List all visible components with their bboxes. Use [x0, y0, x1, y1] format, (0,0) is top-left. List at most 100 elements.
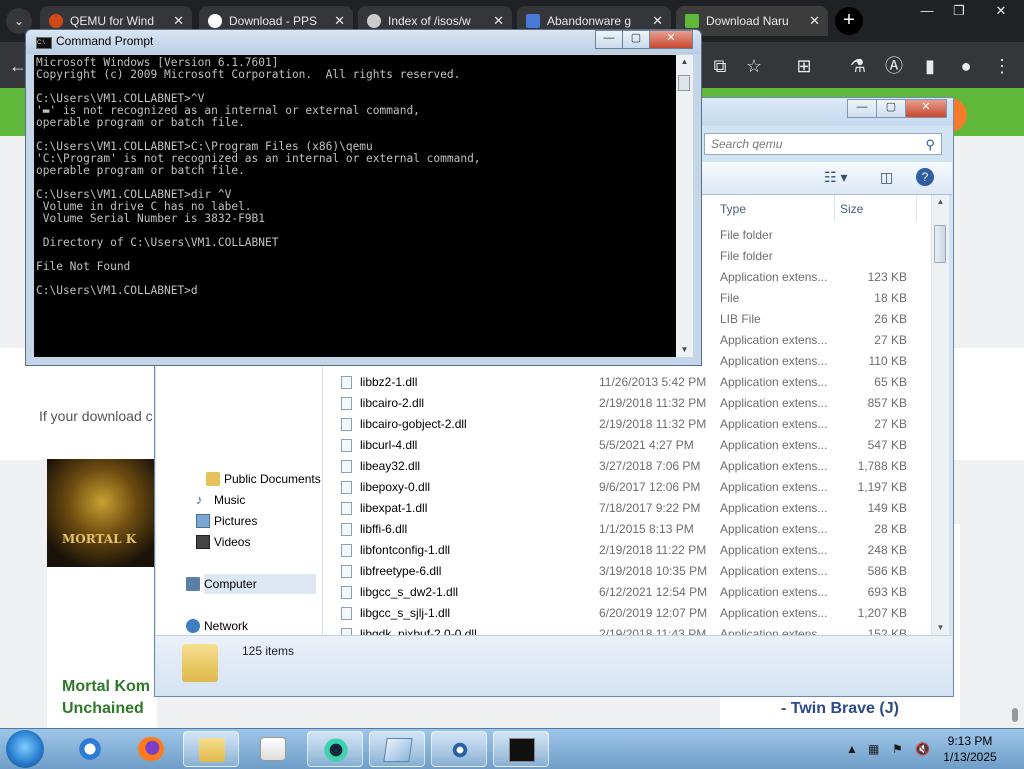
action-center-flag-icon[interactable]: ⚑: [892, 742, 903, 756]
preview-pane-icon[interactable]: ◫: [880, 169, 893, 186]
table-row[interactable]: libgcc_s_sjlj-1.dll 6/20/2019 12:07 PM App…: [323, 603, 923, 624]
restore-button[interactable]: ❐: [944, 0, 974, 22]
table-row[interactable]: libgdk_pixbuf-2.0-0.dll 2/19/2018 11:43 P…: [323, 624, 923, 635]
cover-logo-text: MORTAL K: [62, 532, 137, 546]
taskbar-media-player[interactable]: [245, 731, 301, 767]
game-title-link[interactable]: - Twin Brave (J): [781, 698, 899, 720]
nav-pictures[interactable]: Pictures: [196, 511, 257, 531]
column-divider[interactable]: [834, 195, 835, 221]
labs-icon[interactable]: ⚗: [846, 54, 870, 78]
bookmark-star-icon[interactable]: ☆: [742, 54, 766, 78]
help-icon[interactable]: ?: [916, 168, 934, 186]
scroll-down-icon[interactable]: ▼: [932, 623, 949, 632]
file-name: libgdk_pixbuf-2.0-0.dll: [360, 627, 477, 635]
table-row[interactable]: libeay32.dll 3/27/2018 7:06 PM Application…: [323, 456, 923, 477]
page-scrollbar[interactable]: [1012, 708, 1018, 722]
explorer-icon: [199, 738, 225, 762]
notepad-icon: [383, 738, 413, 762]
cmd-title-text: Command Prompt: [56, 34, 154, 48]
file-type: Application extens...: [720, 606, 828, 620]
firefox-icon: [138, 737, 164, 761]
taskbar-notepad[interactable]: [369, 731, 425, 767]
nav-computer[interactable]: Computer: [186, 574, 316, 594]
file-type: Application extens...: [720, 543, 828, 557]
scrollbar-thumb[interactable]: [678, 75, 690, 91]
game-title-link[interactable]: Mortal Kom Unchained: [62, 676, 150, 720]
extension-icon[interactable]: Ⓐ: [882, 54, 906, 78]
maximize-button[interactable]: ▢: [876, 99, 906, 118]
minimize-button[interactable]: —: [595, 30, 623, 49]
table-row[interactable]: libcurl-4.dll 5/5/2021 4:27 PM Application…: [323, 435, 923, 456]
column-header-size[interactable]: Size: [840, 199, 863, 219]
file-name: libeay32.dll: [360, 459, 421, 473]
profile-avatar-icon[interactable]: ●: [954, 54, 978, 78]
taskbar-cmd[interactable]: [493, 731, 549, 767]
nav-network[interactable]: Network: [186, 616, 248, 636]
file-type: Application extens...: [720, 585, 828, 599]
view-options-icon[interactable]: ☷ ▾: [824, 169, 847, 186]
file-type: File folder: [720, 228, 773, 242]
table-row[interactable]: libexpat-1.dll 7/18/2017 9:22 PM Applicati…: [323, 498, 923, 519]
table-row[interactable]: libffi-6.dll 1/1/2015 8:13 PM Application …: [323, 519, 923, 540]
cmd-console[interactable]: Microsoft Windows [Version 6.1.7601] Cop…: [34, 55, 676, 357]
table-row[interactable]: libepoxy-0.dll 9/6/2017 12:06 PM Applicati…: [323, 477, 923, 498]
column-divider[interactable]: [916, 195, 917, 221]
clock-time: 9:13 PM: [947, 734, 993, 748]
file-type: Application extens...: [720, 417, 828, 431]
network-icon: [186, 619, 200, 633]
file-name: libgcc_s_dw2-1.dll: [360, 585, 459, 599]
nav-label: Videos: [214, 535, 251, 549]
taskbar-ppsspp[interactable]: [431, 731, 487, 767]
scroll-up-icon[interactable]: ▲: [932, 197, 949, 206]
extensions-icon[interactable]: ⊞: [792, 54, 816, 78]
cmd-scrollbar[interactable]: ▲ ▼: [676, 55, 693, 357]
item-count: 125 items: [242, 644, 295, 658]
close-button[interactable]: ✕: [649, 30, 693, 49]
menu-kebab-icon[interactable]: ⋮: [990, 54, 1014, 78]
table-row[interactable]: libcairo-gobject-2.dll 2/19/2018 11:32 PM…: [323, 414, 923, 435]
minimize-button[interactable]: —: [912, 0, 942, 22]
taskbar-explorer[interactable]: [183, 731, 239, 767]
command-prompt-window[interactable]: C:\ Command Prompt — ▢ ✕ Microsoft Windows…: [25, 29, 702, 366]
maximize-button[interactable]: ▢: [622, 30, 650, 49]
install-app-icon[interactable]: ⧉: [708, 54, 732, 78]
nav-videos[interactable]: Videos: [196, 532, 251, 552]
new-tab-button[interactable]: +: [835, 7, 863, 35]
search-input[interactable]: Search qemu ⚲: [704, 133, 942, 155]
side-panel-icon[interactable]: ▮: [918, 54, 942, 78]
taskbar-qemu[interactable]: [307, 731, 363, 767]
volume-muted-icon[interactable]: 🔇: [915, 742, 930, 756]
taskbar-clock[interactable]: 9:13 PM 1/13/2025: [935, 733, 1005, 765]
close-window-button[interactable]: ✕: [986, 0, 1016, 22]
dll-file-icon: [341, 376, 352, 389]
scroll-up-icon[interactable]: ▲: [676, 57, 693, 66]
file-type: LIB File: [720, 312, 761, 326]
qemu-icon: [49, 14, 63, 28]
table-row[interactable]: libbz2-1.dll 11/26/2013 5:42 PM Applicatio…: [323, 372, 923, 393]
file-list-scrollbar[interactable]: ▲ ▼: [931, 195, 949, 635]
minimize-button[interactable]: —: [847, 99, 877, 118]
start-button[interactable]: [6, 730, 44, 768]
scroll-down-icon[interactable]: ▼: [676, 345, 693, 354]
table-row[interactable]: libfreetype-6.dll 3/19/2018 10:35 PM Appli…: [323, 561, 923, 582]
taskbar-firefox[interactable]: [123, 731, 179, 767]
scrollbar-thumb[interactable]: [934, 225, 946, 263]
network-tray-icon[interactable]: ▦: [868, 742, 879, 756]
folder-icon: [206, 472, 220, 486]
column-header-type[interactable]: Type: [720, 199, 746, 219]
table-row[interactable]: libgcc_s_dw2-1.dll 6/12/2021 12:54 PM Appl…: [323, 582, 923, 603]
taskbar-ie[interactable]: [62, 731, 118, 767]
nav-public-documents[interactable]: Public Documents: [206, 469, 321, 489]
search-icon[interactable]: ⚲: [925, 135, 935, 155]
tray-overflow-icon[interactable]: ▲: [846, 742, 858, 756]
file-date: 2/19/2018 11:32 PM: [599, 417, 707, 431]
table-row[interactable]: libfontconfig-1.dll 2/19/2018 11:22 PM App…: [323, 540, 923, 561]
nav-music[interactable]: ♪ Music: [196, 490, 245, 510]
game-cover-image[interactable]: [47, 459, 157, 567]
dll-file-icon: [341, 397, 352, 410]
cmd-titlebar[interactable]: C:\ Command Prompt — ▢ ✕: [26, 30, 701, 54]
close-button[interactable]: ✕: [905, 99, 947, 118]
table-row[interactable]: libcairo-2.dll 2/19/2018 11:32 PM Applicat…: [323, 393, 923, 414]
close-icon[interactable]: ✕: [809, 6, 820, 36]
cmd-icon: C:\: [36, 37, 52, 49]
